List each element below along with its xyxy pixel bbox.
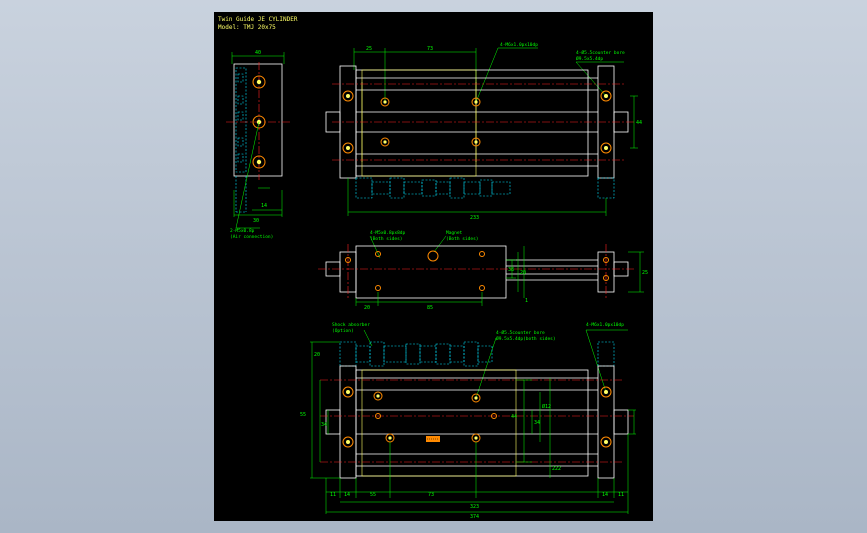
mid-right-dim-a: 38 — [508, 267, 514, 273]
side-port-note: 2-M5x0.8p — [230, 228, 255, 234]
mid-right-dim-c: 25 — [642, 270, 648, 276]
bot-mount-note: 4-M6x1.0px10dp — [586, 322, 624, 328]
mid-right-small: 1 — [525, 298, 528, 304]
mid-magnet-note: Magnet — [446, 230, 463, 236]
bot-right-dim: 222 — [552, 466, 561, 472]
side-bottom-dim: 14 — [261, 203, 267, 209]
top-dim-25: 25 — [366, 46, 372, 52]
bot-shock-note-sub: (Option) — [332, 328, 354, 334]
bot-left-dim-outer: 55 — [300, 412, 306, 418]
bot-inner-dim-b: 34 — [534, 420, 540, 426]
side-view: 40 14 30 2-M5x0.8p (Air connection) — [226, 50, 290, 240]
bot-dim-374: 374 — [470, 514, 479, 520]
top-mount-note: 4-M6x1.0px10dp — [500, 42, 538, 48]
middle-view: 4-M5x0.8px8dp (Both sides) Magnet (Both … — [318, 230, 648, 311]
bot-cb-note-sub: Ø9.5x5.4dp(both sides) — [496, 335, 556, 342]
cad-drawing: .wl { stroke:#ffffff; stroke-width:0.8; … — [226, 42, 648, 520]
top-total-dim: 233 — [470, 215, 479, 221]
bottom-view: Shock absorber (Option) 4-Ø5.5counter bo… — [300, 322, 636, 520]
top-dim-73: 73 — [427, 46, 433, 52]
bot-dim-11-left: 11 — [330, 492, 336, 498]
top-view: 25 73 4-M6x1.0px10dp 4-Ø5.5counter bore … — [325, 42, 642, 221]
mid-right-dim-b: 20 — [520, 270, 526, 276]
top-cb-note-sub: Ø9.5x5.4dp — [576, 55, 603, 62]
mid-mount-note: 4-M5x0.8px8dp — [370, 230, 406, 236]
top-cb-note: 4-Ø5.5counter bore — [576, 49, 625, 56]
bot-left-dim-inner: 34 — [321, 422, 327, 428]
bot-dim-14-left: 14 — [344, 492, 350, 498]
bot-left-dim-top: 20 — [314, 352, 320, 358]
mid-dim-85: 85 — [427, 305, 433, 311]
bot-shock-note: Shock absorber — [332, 322, 370, 328]
top-height-dim: 44 — [636, 120, 642, 126]
bot-center-dim: Ø12 — [542, 403, 551, 410]
drawing-sheet: Twin Guide JE CYLINDER Model: TMJ 20x75 … — [214, 12, 653, 521]
bot-dim-14-right: 14 — [602, 492, 608, 498]
bot-dim-11-right: 11 — [618, 492, 624, 498]
side-port-note-sub: (Air connection) — [230, 234, 273, 240]
bot-cb-note: 4-Ø5.5counter bore — [496, 329, 545, 336]
mid-magnet-note-sub: (Both sides) — [446, 236, 479, 242]
side-width-label: 40 — [255, 50, 261, 56]
bot-dim-73: 73 — [428, 492, 434, 498]
side-base-dim: 30 — [253, 218, 259, 224]
mid-mount-note-sub: (Both sides) — [370, 236, 403, 242]
bot-dim-323: 323 — [470, 504, 479, 510]
bot-inner-dim-a: 44 — [511, 414, 517, 420]
mid-dim-20: 20 — [364, 305, 370, 311]
bot-dim-55: 55 — [370, 492, 376, 498]
